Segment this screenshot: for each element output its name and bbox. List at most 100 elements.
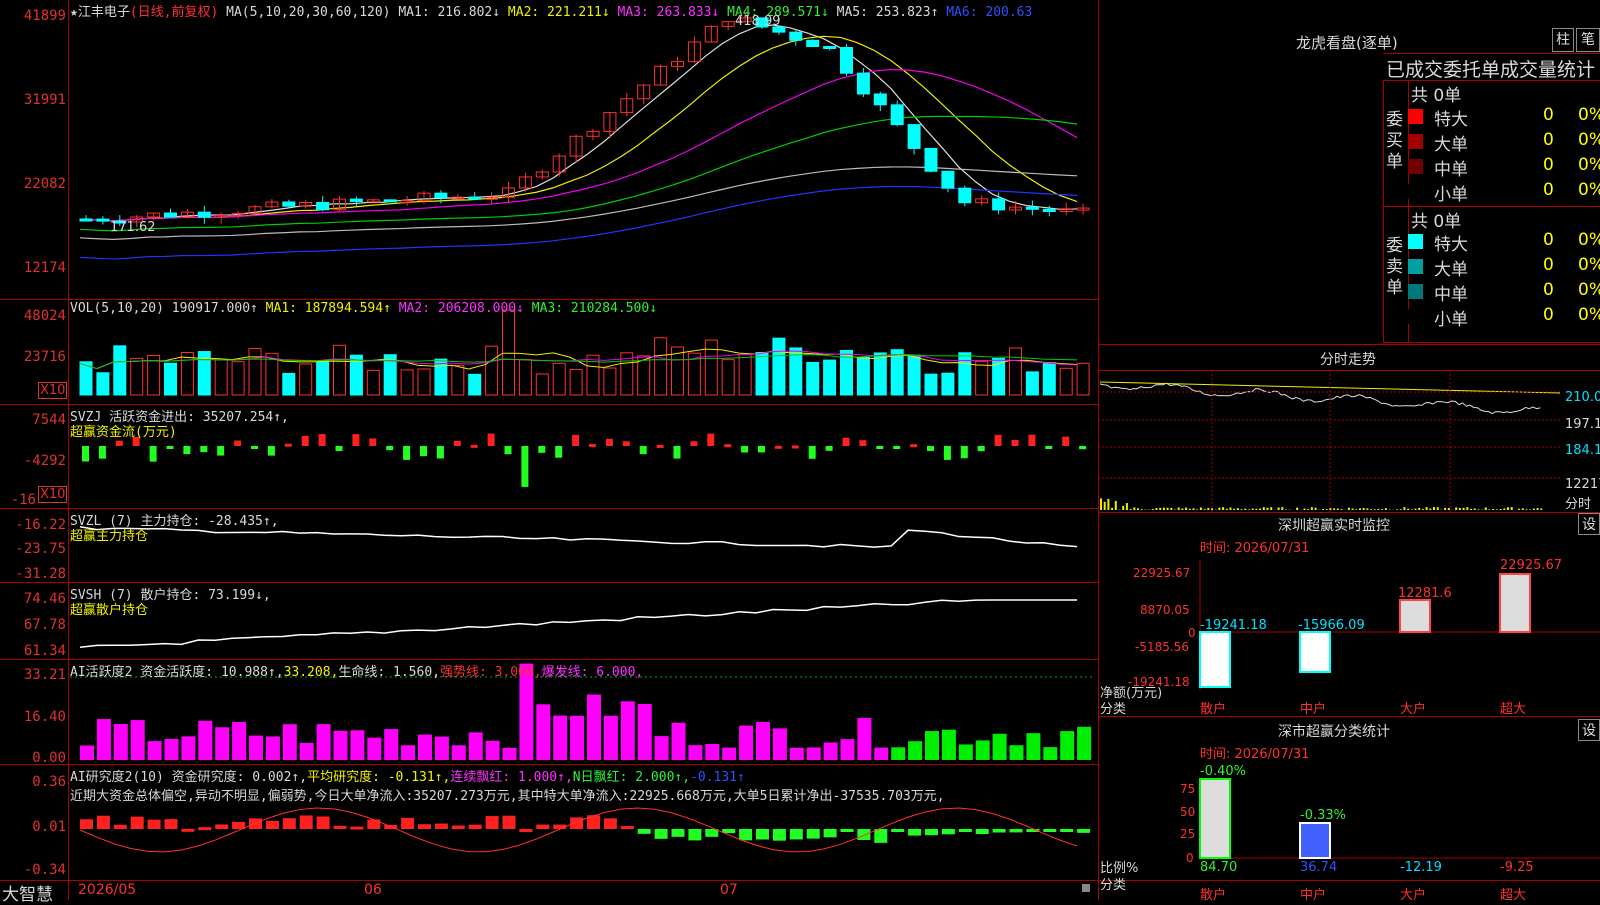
- activity-bar: [283, 724, 297, 760]
- intraday-volume-bar: [1156, 508, 1158, 510]
- monitor-category-label: 散户: [1200, 698, 1226, 717]
- monitor-settings-button[interactable]: 设: [1578, 513, 1600, 535]
- research-bar: [367, 820, 380, 829]
- buy-row: 中单00%: [1408, 155, 1600, 179]
- flow-bar: [910, 444, 917, 447]
- monitor-y-1: 22925.67: [1133, 566, 1190, 580]
- intraday-volume-bar: [1130, 509, 1132, 510]
- tick-mode-button[interactable]: 笔: [1576, 28, 1600, 52]
- research-bar: [469, 825, 482, 829]
- class-bottom-label: 84.70: [1200, 860, 1237, 875]
- research-bar: [334, 826, 347, 829]
- flow-bar: [623, 441, 630, 446]
- intraday-volume-bar: [1233, 509, 1235, 510]
- class-y-2: 50: [1180, 805, 1195, 819]
- flow-bar: [268, 446, 275, 456]
- monitor-y-3: 0: [1188, 626, 1196, 640]
- monitor-axis2: 分类: [1100, 698, 1126, 717]
- intraday-volume-bar: [1193, 508, 1195, 510]
- volume-bar: [469, 374, 481, 395]
- intraday-volume-bar: [1329, 508, 1331, 510]
- monitor-value-label: -15966.09: [1298, 618, 1365, 633]
- kline-chart[interactable]: [0, 0, 1600, 900]
- volume-bar: [1077, 363, 1089, 395]
- row-value: 0: [1543, 130, 1554, 150]
- research-bar: [857, 829, 870, 840]
- research-bar: [621, 826, 634, 829]
- svsh-y-3: 61.34: [0, 643, 66, 659]
- research-bar: [300, 815, 313, 829]
- intraday-volume-bar: [1326, 509, 1328, 510]
- volume-bar: [401, 370, 413, 395]
- activity-bar: [131, 720, 145, 760]
- flow-bar: [1062, 437, 1069, 446]
- candle-body: [350, 199, 362, 201]
- vol-ma-line: [80, 349, 1077, 369]
- activity-bar: [148, 741, 162, 760]
- candle-body: [857, 73, 869, 94]
- activity-bar: [553, 716, 567, 760]
- intraday-volume-bar: [1333, 508, 1335, 510]
- volume-bar: [739, 355, 751, 395]
- color-swatch: [1408, 309, 1423, 324]
- intraday-volume-bar: [1200, 507, 1202, 510]
- buy-total: 共 0单: [1411, 81, 1461, 106]
- activity-bar: [435, 737, 449, 760]
- volume-bar: [773, 338, 785, 395]
- svzl-y-3: -31.28: [0, 566, 66, 582]
- bar-mode-button[interactable]: 柱: [1552, 28, 1574, 52]
- ai2-l4: 强势线: 3.000,: [440, 665, 542, 680]
- intraday-volume-bar: [1415, 509, 1417, 510]
- class-settings-button[interactable]: 设: [1578, 719, 1600, 741]
- activity-bar: [587, 695, 601, 760]
- research-bar: [773, 829, 786, 841]
- candle-body: [908, 125, 920, 149]
- activity-bar: [672, 723, 686, 760]
- flow-bar: [386, 446, 393, 450]
- date-label-1: 2026/05: [78, 882, 136, 898]
- volume-bar: [1026, 372, 1038, 395]
- intraday-y-2: 197.1: [1565, 417, 1600, 432]
- candle-body: [993, 199, 1005, 210]
- row-percent: 0%: [1578, 305, 1600, 325]
- monitor-bar: [1200, 632, 1230, 687]
- intraday-volume-bar: [1522, 508, 1524, 510]
- monitor-y-4: -5185.56: [1135, 640, 1189, 654]
- flow-bar: [555, 446, 562, 458]
- flow-bar: [352, 434, 359, 446]
- table-header: 已成交委托单成交量统计: [1386, 55, 1595, 82]
- activity-bar: [790, 748, 804, 760]
- class-bottom-label: -9.25: [1500, 860, 1534, 875]
- intraday-volume-bar: [1444, 508, 1446, 510]
- intraday-volume-bar: [1170, 508, 1172, 510]
- intraday-volume-bar: [1126, 503, 1128, 510]
- ai2-header: AI活跃度2 资金活跃度: 10.988↑,33.208,生命线: 1.560,…: [70, 661, 643, 680]
- intraday-volume-bar: [1396, 509, 1398, 510]
- class-title: 深市超赢分类统计: [1278, 721, 1390, 741]
- vol-value: 190917.000↑: [172, 301, 258, 316]
- lock-icon[interactable]: [1082, 884, 1090, 892]
- intraday-volume-bar: [1418, 508, 1420, 510]
- flow-bar: [758, 446, 765, 452]
- volume-bar: [283, 373, 295, 395]
- svzj-y-3: -16: [0, 492, 36, 508]
- intraday-volume-bar: [1500, 509, 1502, 510]
- activity-bar: [401, 745, 415, 760]
- candle-body: [317, 202, 329, 209]
- research-bar: [824, 829, 837, 837]
- color-swatch: [1408, 159, 1423, 174]
- svsh-sub: 超赢散户持仓: [70, 599, 148, 618]
- svzl-y-2: -23.75: [0, 541, 66, 557]
- intraday-volume-bar: [1474, 508, 1476, 510]
- candle-body: [1043, 209, 1055, 211]
- row-percent: 0%: [1578, 180, 1600, 200]
- activity-bar: [384, 729, 398, 760]
- flow-bar: [876, 446, 883, 449]
- research-bar: [165, 819, 178, 829]
- intraday-volume-bar: [1107, 499, 1109, 510]
- ma-label: MA(5,10,20,30,60,120): [226, 5, 390, 20]
- research-bar: [317, 816, 330, 829]
- volume-bar: [857, 357, 869, 395]
- flow-bar: [859, 440, 866, 446]
- activity-bar: [80, 745, 94, 760]
